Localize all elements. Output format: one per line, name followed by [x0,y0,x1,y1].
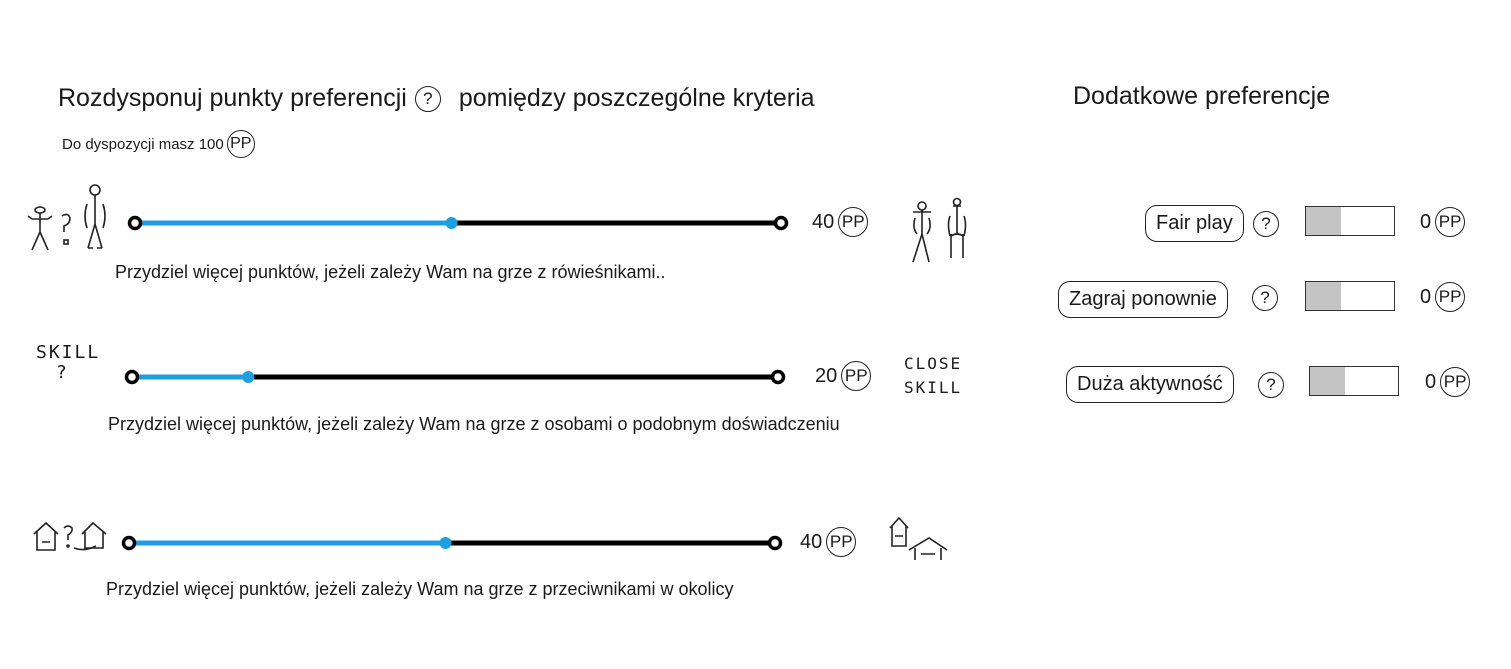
close-skill-icon: CLOSE SKILL [904,352,962,400]
skill-question: ? [56,362,69,383]
help-icon[interactable]: ? [414,85,441,112]
fair-play-points: 0 [1420,210,1432,233]
high-activity-label: Duża aktywność [1066,366,1234,403]
fair-play-bar-fill [1306,207,1342,235]
high-activity-value: 0 PP [1425,367,1471,397]
criterion-2-points: 20 [815,364,838,387]
pp-badge: PP [226,130,255,158]
play-again-value: 0 PP [1420,282,1466,312]
slider-start-endpoint [127,215,143,231]
criterion-2-slider[interactable] [124,367,786,387]
page-title: Rozdysponuj punkty preferencji ? pomiędz… [58,84,815,113]
criterion-1-value: 40 PP [812,207,869,237]
pp-badge: PP [1435,207,1466,237]
slider-end-endpoint [770,369,786,385]
stick-figures-peers-icon [912,197,967,263]
pp-badge: PP [826,527,857,557]
pp-badge: PP [841,361,872,391]
criterion-1-points: 40 [812,210,835,233]
slider-knob[interactable] [242,371,255,383]
high-activity-bar[interactable] [1309,366,1399,396]
slider-end-endpoint [773,215,789,231]
fair-play-value: 0 PP [1420,207,1466,237]
slider-end-endpoint [767,535,783,551]
skill-question-icon: SKILL ? [36,343,100,383]
skill-text: SKILL [904,378,963,397]
criterion-1-slider[interactable] [127,213,789,233]
criterion-3-slider[interactable] [121,533,783,553]
help-icon[interactable]: ? [1253,211,1279,237]
play-again-points: 0 [1420,285,1432,308]
fair-play-label: Fair play [1145,205,1244,242]
slider-knob[interactable] [439,537,452,549]
pp-badge: PP [838,207,869,237]
extra-preferences-title: Dodatkowe preferencje [1073,82,1331,110]
pp-badge: PP [1440,367,1471,397]
help-icon[interactable]: ? [1252,285,1278,311]
pp-badge: PP [1435,282,1466,312]
help-icon[interactable]: ? [1258,372,1284,398]
fair-play-bar[interactable] [1305,206,1395,236]
budget-text: Do dyspozycji masz 100 [62,135,224,153]
budget-info: Do dyspozycji masz 100 PP [62,130,255,158]
title-part2: pomiędzy poszczególne kryteria [458,84,815,112]
criterion-3-value: 40 PP [800,527,857,557]
play-again-bar-fill [1306,282,1342,310]
houses-near-icon [889,516,948,560]
slider-knob[interactable] [445,217,458,229]
criterion-1-description: Przydziel więcej punktów, jeżeli zależy … [115,262,666,282]
close-text: CLOSE [904,354,963,373]
title-part1: Rozdysponuj punkty preferencji [58,84,407,112]
criterion-3-points: 40 [800,530,823,553]
skill-text: SKILL [36,342,101,363]
criterion-2-value: 20 PP [815,361,872,391]
high-activity-bar-fill [1310,367,1346,395]
criterion-2-description: Przydziel więcej punktów, jeżeli zależy … [108,414,840,434]
houses-question-icon [33,521,107,551]
high-activity-points: 0 [1425,370,1437,393]
stick-figures-question-icon [27,184,106,251]
slider-start-endpoint [124,369,140,385]
slider-start-endpoint [121,535,137,551]
play-again-bar[interactable] [1305,281,1395,311]
play-again-label: Zagraj ponownie [1058,281,1228,318]
criterion-3-description: Przydziel więcej punktów, jeżeli zależy … [106,579,734,599]
